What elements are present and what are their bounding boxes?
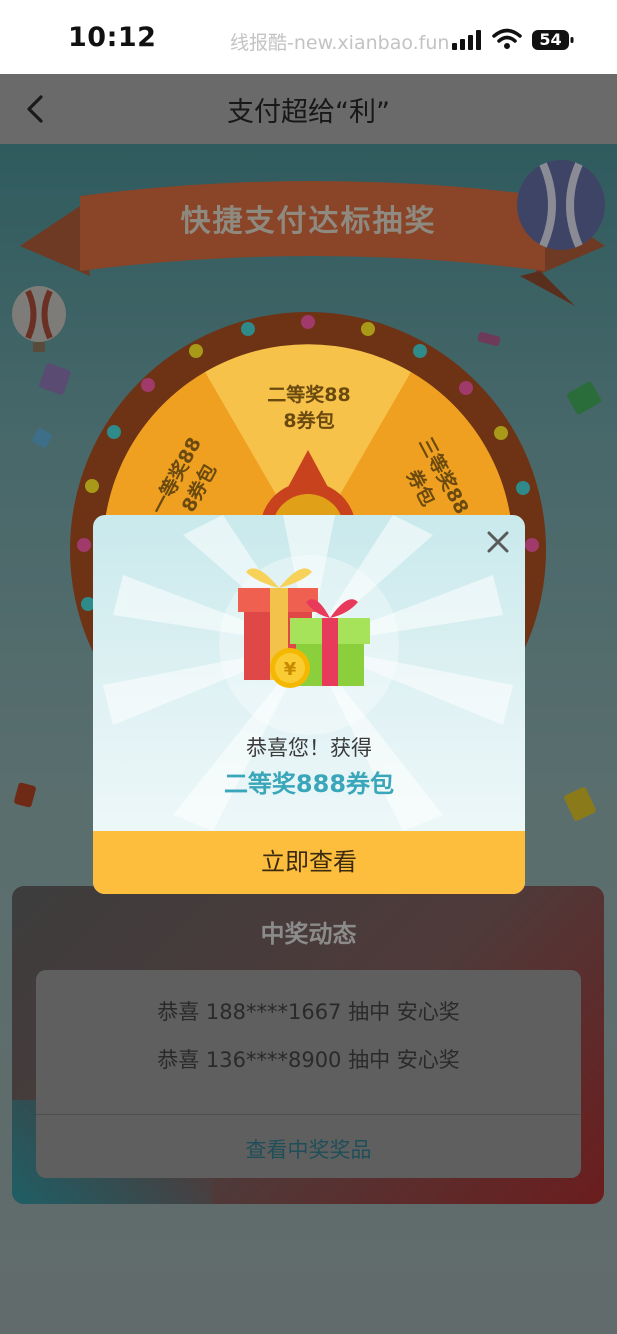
cellular-signal-icon: [452, 30, 481, 50]
watermark-text: 线报酷-new.xianbao.fun: [230, 32, 450, 54]
svg-text:¥: ¥: [284, 659, 297, 680]
view-prizes-link[interactable]: 查看中奖奖品: [36, 1134, 581, 1164]
balloon-left: [12, 286, 66, 352]
congrats-text: 恭喜您！获得: [246, 736, 372, 760]
wifi-icon: [492, 28, 522, 49]
winner-item: 恭喜 188****1667 抽中 安心奖: [157, 1000, 460, 1024]
wheel-segment-second-prize: 二等奖88 8券包: [267, 384, 351, 432]
winner-item: 恭喜 136****8900 抽中 安心奖: [157, 1048, 460, 1072]
winners-divider: [36, 1114, 581, 1115]
gift-box-icon: ¥: [238, 568, 370, 688]
status-time: 10:12: [68, 22, 157, 53]
close-icon[interactable]: [484, 528, 512, 556]
page-title: 支付超给“利”: [227, 97, 390, 128]
battery-level: 54: [539, 30, 562, 49]
prize-text: 二等奖888券包: [223, 770, 395, 798]
winners-title: 中奖动态: [260, 920, 357, 948]
balloon-right: [517, 160, 605, 250]
view-now-button[interactable]: 立即查看: [93, 831, 525, 894]
